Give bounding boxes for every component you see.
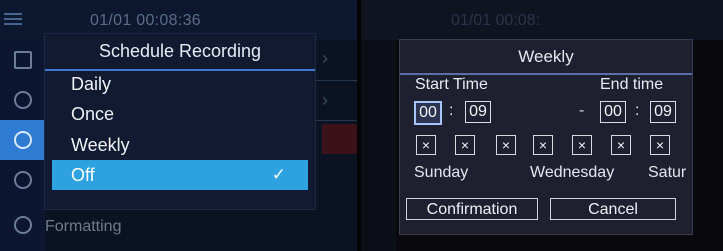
- record-icon: [13, 91, 32, 109]
- timestamp: 01/01 00:08:: [451, 12, 540, 29]
- start-time-label: Start Time: [415, 76, 488, 93]
- formatting-item[interactable]: Formatting: [45, 218, 121, 236]
- divider: [310, 80, 357, 81]
- option-off[interactable]: Off ✓: [52, 160, 308, 190]
- day-label-wednesday: Wednesday: [530, 164, 615, 181]
- top-bar: [361, 0, 723, 40]
- option-label: Off: [71, 165, 95, 185]
- sidebar-item-schedule[interactable]: [0, 120, 45, 160]
- range-dash: -: [579, 102, 585, 119]
- end-hour-field[interactable]: 00: [600, 101, 626, 123]
- day-checkbox-friday[interactable]: ×: [611, 135, 631, 155]
- day-checkbox-sunday[interactable]: ×: [416, 135, 436, 155]
- schedule-recording-screen: 01/01 00:08:36 › › Formatting Schedule R…: [0, 0, 357, 251]
- weekly-schedule-screen: 01/01 00:08: Weekly Start Time End time …: [361, 0, 723, 251]
- cancel-button[interactable]: Cancel: [550, 198, 676, 220]
- colon: :: [635, 102, 640, 119]
- sidebar-item-input[interactable]: [0, 40, 45, 80]
- divider: [310, 120, 357, 121]
- day-checkbox-wednesday[interactable]: ×: [533, 135, 553, 155]
- schedule-recording-dialog: Schedule Recording Daily Once Weekly Off…: [45, 34, 315, 209]
- clock-icon: [13, 131, 32, 149]
- option-daily[interactable]: Daily: [52, 69, 308, 99]
- checkmark-icon: ✓: [271, 165, 286, 184]
- day-label-saturday: Satur: [648, 164, 687, 181]
- day-checkbox-saturday[interactable]: ×: [650, 135, 670, 155]
- chevron-right-icon: ›: [322, 48, 328, 68]
- end-minute-field[interactable]: 09: [650, 101, 676, 123]
- option-label: Weekly: [71, 135, 130, 155]
- sidebar-item-network[interactable]: [0, 160, 45, 200]
- sidebar-item-record[interactable]: [0, 80, 45, 120]
- timestamp: 01/01 00:08:36: [90, 12, 201, 29]
- day-checkbox-monday[interactable]: ×: [455, 135, 475, 155]
- day-label-sunday: Sunday: [414, 164, 469, 181]
- sidebar: [361, 40, 396, 251]
- highlight-block: [322, 124, 357, 154]
- menu-icon[interactable]: [4, 10, 22, 30]
- option-label: Daily: [71, 74, 112, 94]
- option-label: Once: [71, 104, 115, 124]
- day-checkbox-thursday[interactable]: ×: [572, 135, 592, 155]
- option-once[interactable]: Once: [52, 99, 308, 129]
- option-weekly[interactable]: Weekly: [52, 130, 308, 160]
- sidebar: [0, 40, 45, 251]
- confirmation-button[interactable]: Confirmation: [406, 198, 538, 220]
- start-hour-field[interactable]: 00: [414, 101, 442, 125]
- dialog-title: Schedule Recording: [45, 34, 315, 71]
- end-time-label: End time: [600, 76, 664, 93]
- day-checkbox-tuesday[interactable]: ×: [496, 135, 516, 155]
- input-icon: [13, 51, 32, 69]
- dialog-title: Weekly: [400, 40, 692, 75]
- colon: :: [449, 102, 454, 119]
- format-icon: [13, 216, 32, 234]
- start-minute-field[interactable]: 09: [465, 101, 491, 123]
- weekly-dialog: Weekly Start Time End time 00 : 09 - 00 …: [399, 39, 693, 235]
- sidebar-item-format[interactable]: [0, 205, 45, 245]
- at-icon: [13, 171, 32, 189]
- chevron-right-icon: ›: [322, 90, 328, 110]
